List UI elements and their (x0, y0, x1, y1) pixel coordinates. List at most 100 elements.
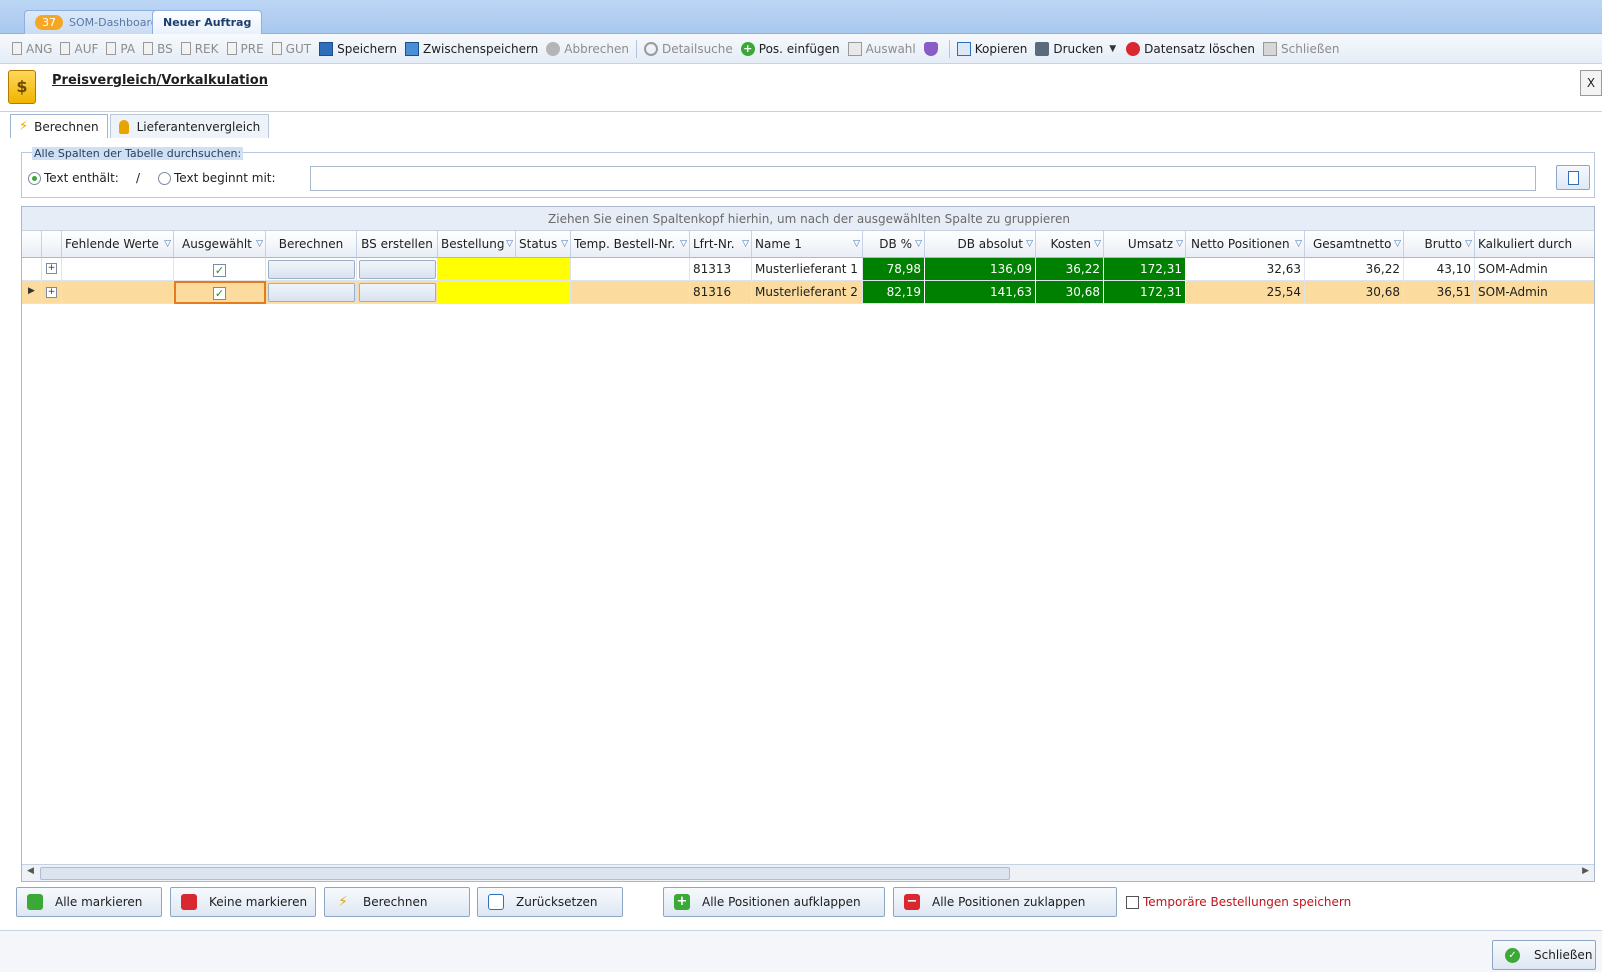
filter-icon[interactable]: ▽ (915, 231, 922, 257)
expand-row-icon[interactable]: + (46, 263, 57, 274)
mark-none-button[interactable]: Keine markieren (170, 887, 316, 917)
column-header-kalkuliert-durch[interactable]: Kalkuliert durch (1475, 231, 1594, 258)
filter-icon[interactable]: ▽ (561, 231, 568, 257)
column-header-status[interactable]: Status ▽ (516, 231, 571, 258)
detail-search-button[interactable]: Detailsuche (640, 37, 737, 61)
column-header-db-pct[interactable]: DB % ▽ (863, 231, 925, 258)
calculate-button[interactable]: ⚡ Berechnen (324, 887, 470, 917)
column-header-label: Fehlende Werte (65, 237, 159, 251)
filter-icon[interactable]: ▽ (1026, 231, 1033, 257)
filter-icon[interactable]: ▽ (164, 231, 171, 257)
radio-text-contains[interactable]: Text enthält: (28, 171, 119, 185)
column-header-umsatz[interactable]: Umsatz ▽ (1104, 231, 1186, 258)
column-header-fehlende-werte[interactable]: Fehlende Werte ▽ (62, 231, 174, 258)
column-header-ausgewaehlt[interactable]: Ausgewählt ▽ (174, 231, 266, 258)
row-indicator-header (22, 231, 42, 258)
column-header-berechnen[interactable]: Berechnen (266, 231, 357, 258)
expand-row-icon[interactable]: + (46, 287, 57, 298)
selected-checkbox[interactable]: ✓ (213, 287, 226, 300)
close-window-icon (1263, 41, 1278, 56)
tab-neuer-auftrag[interactable]: Neuer Auftrag (152, 10, 263, 34)
row-calculate-button[interactable] (268, 283, 355, 302)
column-header-temp-bestell-nr[interactable]: Temp. Bestell-Nr. ▽ (571, 231, 690, 258)
window-close-button[interactable]: X (1580, 70, 1602, 96)
reset-button[interactable]: Zurücksetzen (477, 887, 623, 917)
toolbar-label: Drucken (1053, 41, 1104, 56)
filter-icon[interactable]: ▽ (1295, 231, 1302, 257)
row-create-bs-button[interactable] (359, 283, 436, 302)
column-header-db-absolut[interactable]: DB absolut ▽ (925, 231, 1036, 258)
toolbar-auf-button[interactable]: AUF (56, 37, 102, 61)
collapse-all-positions-button[interactable]: − Alle Positionen zuklappen (893, 887, 1117, 917)
temp-orders-checkbox[interactable]: Temporäre Bestellungen speichern (1126, 895, 1351, 909)
search-document-button[interactable] (1556, 165, 1590, 190)
column-header-label: Name 1 (755, 237, 802, 251)
supplier-name-cell: Musterlieferant 2 (752, 281, 863, 304)
expand-all-positions-button[interactable]: + Alle Positionen aufklappen (663, 887, 885, 917)
tab-som-dashboard[interactable]: 37 SOM-Dashboard (24, 10, 169, 34)
row-calculate-button[interactable] (268, 260, 355, 279)
filter-icon[interactable]: ▽ (506, 231, 513, 257)
mark-all-button[interactable]: Alle markieren (16, 887, 162, 917)
toolbar-rek-button[interactable]: REK (177, 37, 223, 61)
cancel-button[interactable]: Abbrechen (542, 37, 633, 61)
column-header-kosten[interactable]: Kosten ▽ (1036, 231, 1104, 258)
column-header-name-1[interactable]: Name 1 ▽ (752, 231, 863, 258)
insert-position-button[interactable]: + Pos. einfügen (737, 37, 844, 61)
column-header-label: Umsatz (1127, 237, 1173, 251)
column-header-gesamtnetto[interactable]: Gesamtnetto ▽ (1305, 231, 1404, 258)
column-header-bestellung[interactable]: Bestellung ▽ (438, 231, 516, 258)
scroll-right-icon[interactable]: ▶ (1582, 866, 1589, 876)
radio-label: Text beginnt mit: (174, 171, 276, 185)
copy-button[interactable]: Kopieren (953, 37, 1032, 61)
document-icon (12, 42, 22, 55)
tab-lieferantenvergleich[interactable]: Lieferantenvergleich (109, 114, 270, 138)
revenue-cell: 172,31 (1104, 258, 1186, 281)
filter-icon[interactable]: ▽ (256, 231, 263, 257)
toolbar-pa-button[interactable]: PA (102, 37, 139, 61)
column-header-netto-positionen[interactable]: Netto Positionen ▽ (1186, 231, 1305, 258)
filter-icon[interactable]: ▽ (742, 231, 749, 257)
filter-icon[interactable]: ▽ (1394, 231, 1401, 257)
toolbar-bs-button[interactable]: BS (139, 37, 177, 61)
tab-berechnen[interactable]: ⚡ Berechnen (10, 114, 108, 138)
selected-checkbox[interactable]: ✓ (213, 264, 226, 277)
group-by-panel[interactable]: Ziehen Sie einen Spaltenkopf hierhin, um… (22, 207, 1594, 231)
save-button[interactable]: Speichern (315, 37, 401, 61)
intermediate-save-button[interactable]: Zwischenspeichern (401, 37, 542, 61)
person-icon (118, 119, 129, 134)
toolbar-ang-button[interactable]: ANG (8, 37, 56, 61)
column-header-bs-erstellen[interactable]: BS erstellen (357, 231, 438, 258)
checkbox-box[interactable] (1126, 895, 1139, 909)
filter-icon[interactable]: ▽ (853, 231, 860, 257)
radio-dot[interactable] (158, 171, 171, 185)
cost-cell: 36,22 (1036, 258, 1104, 281)
search-input[interactable] (310, 166, 1536, 191)
print-dropdown-caret-icon[interactable]: ▼ (1109, 44, 1116, 54)
toolbar-label: AUF (74, 41, 99, 56)
row-create-bs-button[interactable] (359, 260, 436, 279)
filter-icon[interactable]: ▽ (1465, 231, 1472, 257)
toolbar-close-button[interactable]: Schließen (1259, 37, 1343, 61)
print-button[interactable]: Drucken (1031, 37, 1107, 61)
filter-icon[interactable]: ▽ (1094, 231, 1101, 257)
radio-text-begins[interactable]: Text beginnt mit: (158, 171, 276, 185)
filter-icon[interactable]: ▽ (680, 231, 687, 257)
cancel-icon (546, 41, 561, 56)
selection-button[interactable]: Auswahl (844, 37, 920, 61)
column-header-brutto[interactable]: Brutto ▽ (1404, 231, 1475, 258)
column-header-label: Temp. Bestell-Nr. (574, 237, 676, 251)
delete-record-button[interactable]: Datensatz löschen (1122, 37, 1259, 61)
shield-button[interactable] (920, 37, 946, 61)
close-button[interactable]: ✓ Schließen (1492, 940, 1596, 970)
scroll-left-icon[interactable]: ◀ (27, 866, 34, 876)
toolbar-gut-button[interactable]: GUT (268, 37, 315, 61)
toolbar-pre-button[interactable]: PRE (223, 37, 268, 61)
filter-icon[interactable]: ▽ (1176, 231, 1183, 257)
column-header-lfrt-nr[interactable]: Lfrt-Nr. ▽ (690, 231, 752, 258)
gross-cell: 36,51 (1404, 281, 1475, 304)
button-label: Alle Positionen zuklappen (932, 895, 1086, 909)
scrollbar-thumb[interactable] (40, 867, 1010, 880)
horizontal-scrollbar[interactable]: ◀ ▶ (22, 864, 1594, 881)
radio-dot-checked[interactable] (28, 171, 41, 185)
